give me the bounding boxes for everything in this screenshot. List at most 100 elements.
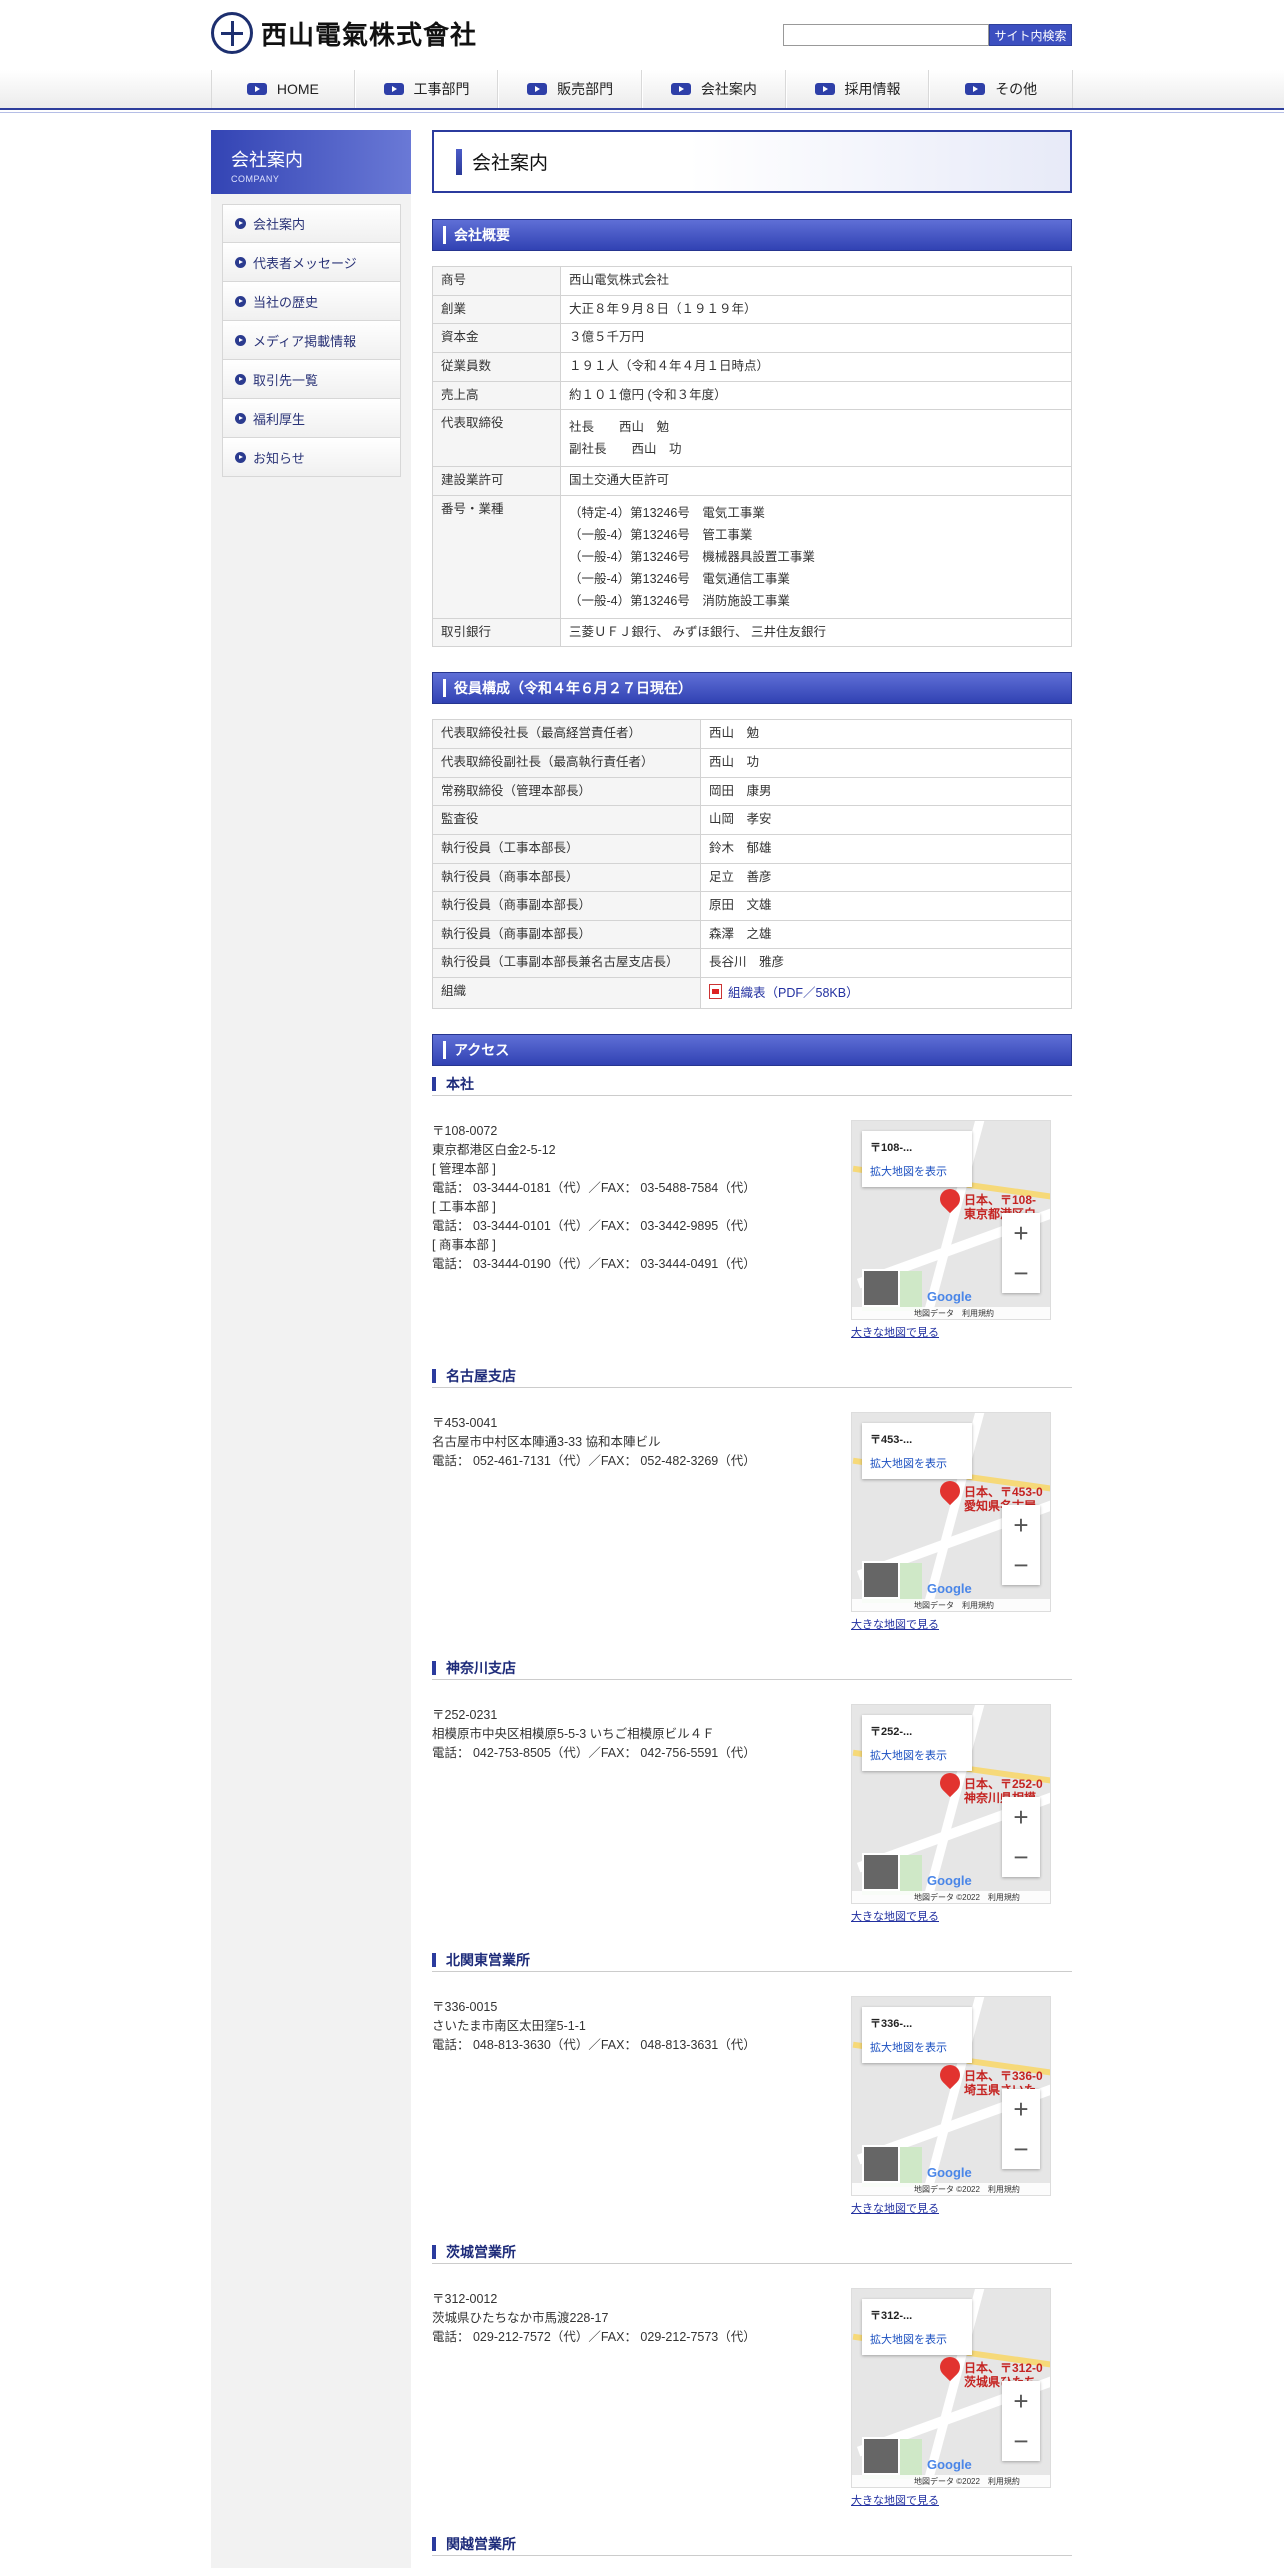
satellite-toggle[interactable]	[862, 1561, 900, 1599]
page-title: 会社案内	[472, 152, 549, 174]
officer-title: 執行役員（商事本部長）	[432, 862, 701, 893]
global-nav: HOME 工事部門 販売部門 会社案内 採用情報 その他	[0, 70, 1284, 110]
enlarge-map-link[interactable]: 拡大地図を表示	[870, 2039, 964, 2055]
pin-label-line: 日本、〒108-	[964, 1193, 1037, 1207]
address-line: 〒453-0041	[432, 1416, 498, 1430]
zoom-out-icon[interactable]: −	[1002, 2421, 1040, 2461]
branch-section: 本社 〒108-0072 東京都港区白金2-5-12 [ 管理本部 ] 電話： 03-3…	[432, 1074, 1072, 1339]
arrow-circle-icon	[235, 256, 246, 268]
search-button[interactable]: サイト内検索	[989, 24, 1072, 46]
zoom-in-icon[interactable]: +	[1002, 1213, 1040, 1253]
table-row: 資本金 ３億５千万円	[432, 323, 1072, 353]
view-larger-map-link[interactable]: 大きな地図で見る	[851, 1324, 939, 1340]
sidebar-item-0[interactable]: 会社案内	[222, 204, 401, 243]
map-attribution: 地図データ ©2022 利用規約	[852, 1891, 1050, 1903]
enlarge-map-link[interactable]: 拡大地図を表示	[870, 1163, 964, 1179]
sidebar-item-label: お知らせ	[253, 450, 305, 466]
table-row: 執行役員（商事副本部長） 原田 文雄	[432, 891, 1072, 921]
table-row: 売上高 約１０１億円 (令和３年度）	[432, 380, 1072, 411]
address-line: 電話： 029-212-7572（代）／FAX： 029-212-7573（代）	[432, 2330, 756, 2344]
zoom-out-icon[interactable]: −	[1002, 1253, 1040, 1293]
value-line: （一般-4）第13246号 機械器具設置工事業	[569, 549, 815, 564]
row-label: 商号	[432, 266, 561, 296]
nav-item-0[interactable]: HOME	[211, 70, 355, 108]
branch-heading: 北関東営業所	[432, 1950, 1072, 1972]
sidebar-item-2[interactable]: 当社の歴史	[222, 282, 401, 321]
sidebar-item-label: 当社の歴史	[253, 294, 319, 310]
zoom-out-icon[interactable]: −	[1002, 1837, 1040, 1877]
overview-heading: 会社概要	[432, 219, 1072, 251]
sidebar-item-6[interactable]: お知らせ	[222, 438, 401, 477]
zoom-in-icon[interactable]: +	[1002, 1797, 1040, 1837]
table-row: 執行役員（工事副本部長兼名古屋支店長） 長谷川 雅彦	[432, 948, 1072, 978]
enlarge-map-link[interactable]: 拡大地図を表示	[870, 1747, 964, 1763]
zoom-in-icon[interactable]: +	[1002, 1505, 1040, 1545]
nav-item-1[interactable]: 工事部門	[354, 70, 499, 108]
view-larger-map-link[interactable]: 大きな地図で見る	[851, 2492, 939, 2508]
nav-item-3[interactable]: 会社案内	[642, 70, 786, 108]
table-row: 建設業許可 国土交通大臣許可	[432, 466, 1072, 496]
map-info-box: 〒336-... 拡大地図を表示	[862, 2007, 972, 2063]
embedded-map[interactable]: 〒453-... 拡大地図を表示 日本、〒453-0 愛知県名古屋 + − Google 地図…	[851, 1412, 1051, 1612]
zoom-out-icon[interactable]: −	[1002, 2129, 1040, 2169]
sidebar-item-label: 取引先一覧	[253, 372, 319, 388]
overview-heading-text: 会社概要	[454, 227, 510, 243]
enlarge-map-link[interactable]: 拡大地図を表示	[870, 1455, 964, 1471]
branch-heading: 名古屋支店	[432, 1366, 1072, 1388]
search-input[interactable]	[783, 24, 989, 46]
embedded-map[interactable]: 〒312-... 拡大地図を表示 日本、〒312-0 茨城県ひたち + − Google 地図…	[851, 2288, 1051, 2488]
zoom-in-icon[interactable]: +	[1002, 2089, 1040, 2129]
map-info-box: 〒453-... 拡大地図を表示	[862, 1423, 972, 1479]
branch-name: 名古屋支店	[446, 1367, 516, 1384]
nav-item-4[interactable]: 採用情報	[785, 70, 930, 108]
view-larger-map-link[interactable]: 大きな地図で見る	[851, 1616, 939, 1632]
row-value: 国土交通大臣許可	[560, 466, 1072, 496]
enlarge-map-link[interactable]: 拡大地図を表示	[870, 2331, 964, 2347]
arrow-icon	[246, 83, 267, 95]
arrow-circle-icon	[235, 451, 246, 463]
officer-title: 代表取締役社長（最高経営責任者）	[432, 719, 701, 749]
sidebar-item-3[interactable]: メディア掲載情報	[222, 321, 401, 360]
address-line: 相模原市中央区相模原5-5-3 いちご相模原ビル４Ｆ	[432, 1727, 715, 1741]
table-row: 執行役員（商事本部長） 足立 善彦	[432, 862, 1072, 893]
zoom-control: + −	[1002, 1505, 1040, 1585]
sidebar-item-5[interactable]: 福利厚生	[222, 399, 401, 438]
nav-item-2[interactable]: 販売部門	[498, 70, 643, 108]
satellite-toggle[interactable]	[862, 1269, 900, 1307]
officer-name: 西山 勉	[700, 719, 1072, 749]
row-label: 番号・業種	[432, 494, 561, 619]
address-line: 電話： 048-813-3630（代）／FAX： 048-813-3631（代）	[432, 2038, 756, 2052]
sidebar-item-4[interactable]: 取引先一覧	[222, 360, 401, 399]
address-line: 茨城県ひたちなか市馬渡228-17	[432, 2311, 609, 2325]
org-chart-link[interactable]: 組織表（PDF／58KB）	[709, 984, 859, 1000]
arrow-icon	[383, 83, 404, 95]
access-heading-text: アクセス	[454, 1041, 510, 1058]
officer-title: 執行役員（工事副本部長兼名古屋支店長）	[432, 948, 701, 978]
nav-item-5[interactable]: その他	[929, 70, 1074, 108]
address-line: 〒312-0012	[432, 2292, 498, 2306]
satellite-toggle[interactable]	[862, 1853, 900, 1891]
pin-label-line: 日本、〒312-0	[964, 2361, 1043, 2375]
sidebar-item-label: 福利厚生	[253, 411, 306, 427]
map-info-box: 〒108-... 拡大地図を表示	[862, 1131, 972, 1187]
address-line: 電話： 03-3444-0190（代）／FAX： 03-3444-0491（代）	[432, 1257, 756, 1271]
branch-address: 〒252-0231 相模原市中央区相模原5-5-3 いちご相模原ビル４Ｆ 電話： 0…	[432, 1706, 756, 1763]
view-larger-map-link[interactable]: 大きな地図で見る	[851, 1908, 939, 1924]
table-row: 常務取締役（管理本部長） 岡田 康男	[432, 776, 1072, 807]
zoom-out-icon[interactable]: −	[1002, 1545, 1040, 1585]
address-line: 名古屋市中村区本陣通3-33 協和本陣ビル	[432, 1435, 661, 1449]
org-link-label: 組織表（PDF／58KB）	[728, 986, 859, 1000]
satellite-toggle[interactable]	[862, 2437, 900, 2475]
view-larger-map-link[interactable]: 大きな地図で見る	[851, 2200, 939, 2216]
sidebar-item-1[interactable]: 代表者メッセージ	[222, 243, 401, 282]
officer-name: 森澤 之雄	[700, 919, 1072, 950]
table-row: 組織 組織表（PDF／58KB）	[432, 977, 1072, 1009]
company-logo[interactable]: 西山電氣株式會社	[211, 12, 477, 54]
row-value: ３億５千万円	[560, 323, 1072, 353]
embedded-map[interactable]: 〒252-... 拡大地図を表示 日本、〒252-0 神奈川県相模 + − Google 地図…	[851, 1704, 1051, 1904]
embedded-map[interactable]: 〒336-... 拡大地図を表示 日本、〒336-0 埼玉県さいた + − Google 地図…	[851, 1996, 1051, 2196]
embedded-map[interactable]: 〒108-... 拡大地図を表示 日本、〒108- 東京都港区白 + − Google 地図デ…	[851, 1120, 1051, 1320]
google-logo: Google	[927, 1289, 972, 1304]
satellite-toggle[interactable]	[862, 2145, 900, 2183]
zoom-in-icon[interactable]: +	[1002, 2381, 1040, 2421]
